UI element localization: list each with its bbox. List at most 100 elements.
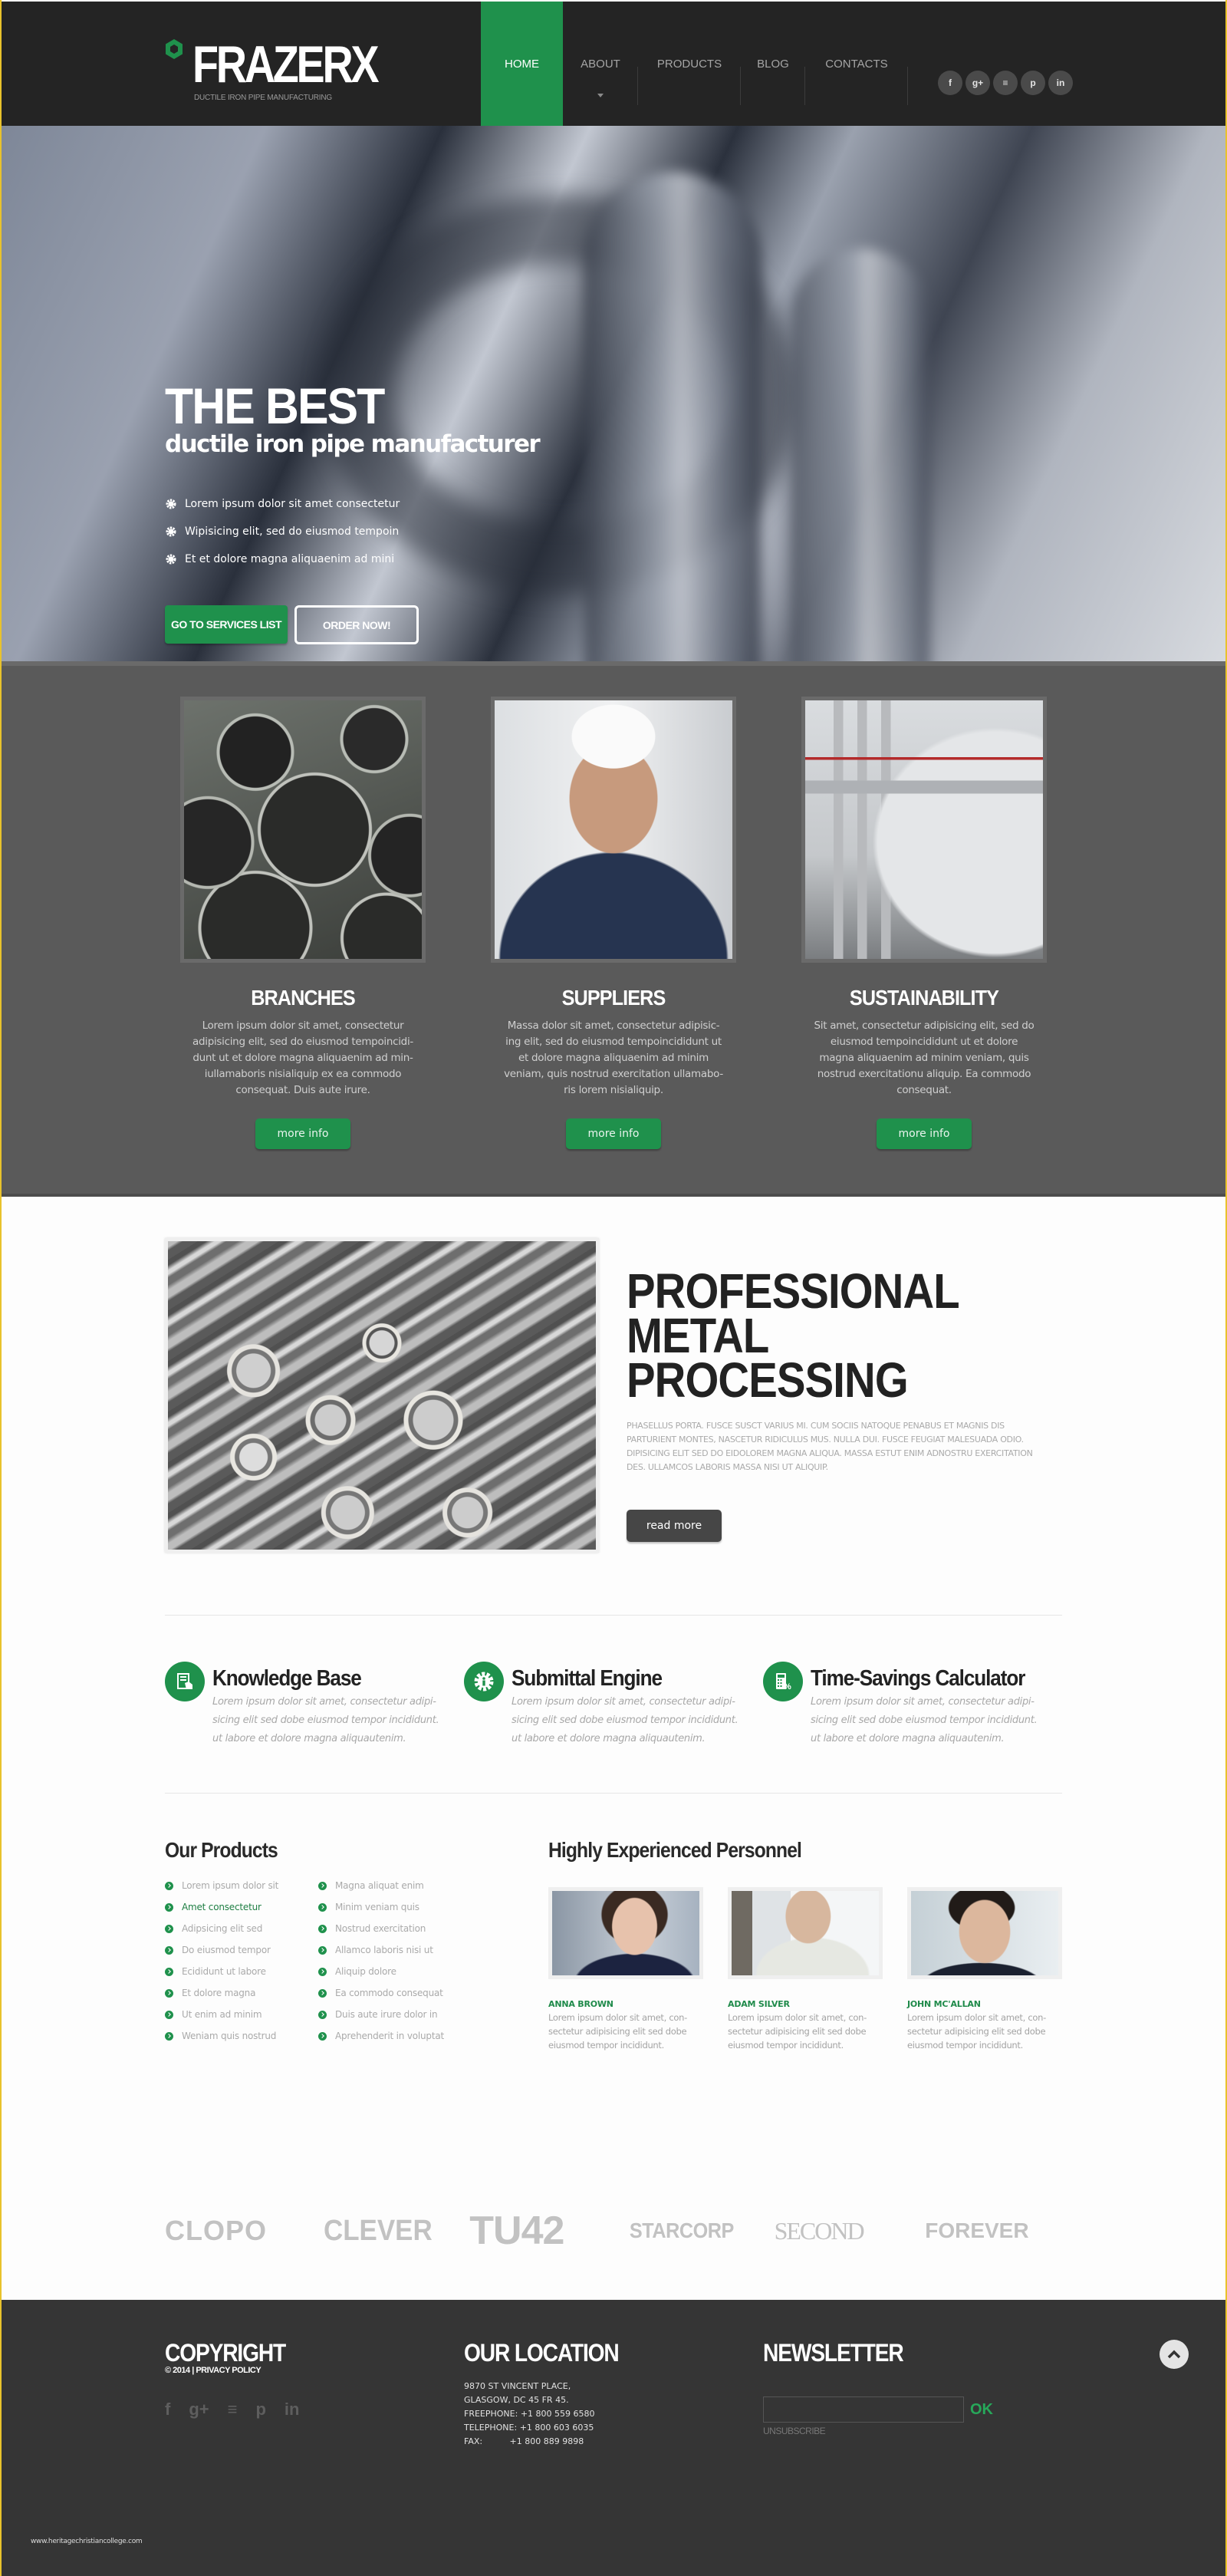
rss-icon[interactable]: ≡ bbox=[993, 71, 1018, 95]
linkedin-icon[interactable]: in bbox=[1048, 71, 1073, 95]
service-text: Lorem ipsum dolor sit amet, consectetur … bbox=[212, 1696, 439, 1744]
privacy-policy-link[interactable]: © 2014 | PRIVACY POLICY bbox=[165, 2366, 464, 2375]
chevron-circle-icon bbox=[165, 1924, 173, 1933]
nav-home[interactable]: HOME bbox=[481, 2, 563, 126]
product-list-item[interactable]: Minim veniam quis bbox=[318, 1896, 472, 1918]
brand-logo-forever[interactable]: FOREVER bbox=[925, 2219, 1062, 2243]
person-name[interactable]: ADAM SILVER bbox=[728, 1999, 883, 2009]
nav-about[interactable]: ABOUT bbox=[563, 2, 638, 126]
pinterest-icon[interactable]: p bbox=[255, 2400, 265, 2420]
chevron-circle-icon bbox=[318, 1881, 327, 1890]
brand-logo-starcorp[interactable]: STARCORP bbox=[630, 2219, 767, 2243]
brand-logo-clopo[interactable]: CLOPO bbox=[165, 2215, 317, 2247]
chevron-down-icon bbox=[597, 94, 604, 97]
google-plus-icon[interactable]: g+ bbox=[965, 71, 990, 95]
unsubscribe-link[interactable]: UNSUBSCRIBE bbox=[763, 2426, 1062, 2436]
service-title: Submittal Engine bbox=[512, 1666, 663, 1691]
pinterest-icon[interactable]: p bbox=[1021, 71, 1045, 95]
feature-image-plant bbox=[801, 697, 1047, 963]
brand-logo-tu42[interactable]: TU42 bbox=[469, 2208, 622, 2254]
product-list-item[interactable]: Adipsicing elit sed bbox=[165, 1918, 318, 1939]
linkedin-icon[interactable]: in bbox=[285, 2400, 300, 2420]
person-name[interactable]: JOHN MC'ALLAN bbox=[907, 1999, 1062, 2009]
order-now-button[interactable]: ORDER NOW! bbox=[294, 605, 419, 644]
footer-newsletter: NEWSLETTER OK UNSUBSCRIBE bbox=[763, 2340, 1062, 2449]
feature-image-pipes bbox=[180, 697, 426, 963]
page: FRAZERX DUCTILE IRON PIPE MANUFACTURING … bbox=[2, 0, 1225, 2576]
read-more-button[interactable]: read more bbox=[627, 1510, 722, 1542]
person-photo[interactable] bbox=[907, 1887, 1062, 1979]
chevron-up-icon bbox=[1167, 2350, 1181, 2359]
product-list-label: Ecididunt ut labore bbox=[182, 1966, 266, 1977]
chevron-circle-icon bbox=[318, 1924, 327, 1933]
hero-bullet-text: Et et dolore magna aliquaenim ad mini bbox=[185, 553, 395, 565]
product-list-item[interactable]: Ea commodo consequat bbox=[318, 1982, 472, 2004]
nav-products[interactable]: PRODUCTS bbox=[638, 2, 741, 126]
product-list-item[interactable]: Amet consectetur bbox=[165, 1896, 318, 1918]
product-list-label: Aliquip dolore bbox=[335, 1966, 396, 1977]
person-photo[interactable] bbox=[728, 1887, 883, 1979]
phone-value: +1 800 559 6580 bbox=[520, 2409, 595, 2419]
svg-text:%: % bbox=[784, 1682, 791, 1692]
product-list-item[interactable]: Aprehenderit in voluptat bbox=[318, 2025, 472, 2047]
nav-blog[interactable]: BLOG bbox=[741, 2, 805, 126]
product-list-label: Do eiusmod tempor bbox=[182, 1945, 271, 1955]
product-list-item[interactable]: Et dolore magna bbox=[165, 1982, 318, 2004]
newsletter-email-input[interactable] bbox=[763, 2396, 964, 2423]
main-nav: HOME ABOUT PRODUCTS BLOG CONTACTS bbox=[481, 2, 908, 126]
more-info-button[interactable]: more info bbox=[566, 1118, 661, 1149]
more-info-button[interactable]: more info bbox=[877, 1118, 972, 1149]
gear-icon bbox=[166, 526, 176, 537]
google-plus-icon[interactable]: g+ bbox=[189, 2400, 209, 2420]
product-list-item[interactable]: Ecididunt ut labore bbox=[165, 1961, 318, 1982]
products-list-col1: Lorem ipsum dolor sit Amet consectetur Adi… bbox=[165, 1875, 318, 2047]
nav-contacts[interactable]: CONTACTS bbox=[805, 2, 908, 126]
chevron-circle-icon bbox=[165, 2010, 173, 2019]
product-list-item[interactable]: Allamco laboris nisi ut bbox=[318, 1939, 472, 1961]
newsletter-submit-button[interactable]: OK bbox=[970, 2401, 993, 2419]
person-card: ADAM SILVER Lorem ipsum dolor sit amet, … bbox=[728, 1887, 883, 2052]
site-footer: COPYRIGHT © 2014 | PRIVACY POLICY f g+ ≡… bbox=[2, 2300, 1225, 2576]
hero-buttons: GO TO SERVICES LIST ORDER NOW! bbox=[165, 605, 539, 644]
about-text: PROFESSIONAL METAL PROCESSING PHASELLUS … bbox=[627, 1238, 1056, 1553]
facebook-icon[interactable]: f bbox=[165, 2400, 170, 2420]
back-to-top-button[interactable] bbox=[1160, 2340, 1189, 2369]
product-list-label: Aprehenderit in voluptat bbox=[335, 2031, 444, 2041]
product-list-item[interactable]: Lorem ipsum dolor sit bbox=[165, 1875, 318, 1896]
products-lists: Lorem ipsum dolor sit Amet consectetur Adi… bbox=[165, 1875, 548, 2047]
hero-bullet-text: Wipisicing elit, sed do eiusmod tempoin bbox=[185, 525, 400, 538]
phone-label: FREEPHONE: bbox=[464, 2409, 518, 2419]
facebook-icon[interactable]: f bbox=[938, 71, 962, 95]
about-title-line: METAL bbox=[627, 1308, 769, 1363]
more-info-button[interactable]: more info bbox=[255, 1118, 350, 1149]
product-list-item[interactable]: Duis aute irure dolor in bbox=[318, 2004, 472, 2025]
brand-logo-clever[interactable]: CLEVER bbox=[324, 2215, 464, 2248]
go-to-services-button[interactable]: GO TO SERVICES LIST bbox=[165, 605, 288, 644]
product-list-item[interactable]: Magna aliquat enim bbox=[318, 1875, 472, 1896]
phone-label: TELEPHONE: bbox=[464, 2423, 518, 2433]
service-knowledge-base: Knowledge Base Lorem ipsum dolor sit ame… bbox=[165, 1662, 464, 1748]
service-text: Lorem ipsum dolor sit amet, consectetur … bbox=[512, 1696, 739, 1744]
product-list-item[interactable]: Do eiusmod tempor bbox=[165, 1939, 318, 1961]
rss-icon[interactable]: ≡ bbox=[228, 2400, 238, 2420]
feature-image-worker bbox=[491, 697, 736, 963]
feature-card-sustainability: SUSTAINABILITY Sit amet, consectetur adi… bbox=[786, 666, 1062, 1149]
person-name[interactable]: ANNA BROWN bbox=[548, 1999, 703, 2009]
person-photo[interactable] bbox=[548, 1887, 703, 1979]
phone-line: FREEPHONE: +1 800 559 6580 bbox=[464, 2407, 763, 2421]
product-list-item[interactable]: Weniam quis nostrud bbox=[165, 2025, 318, 2047]
fax-label: FAX: bbox=[464, 2436, 483, 2446]
products-list-col2: Magna aliquat enim Minim veniam quis Nostr… bbox=[318, 1875, 472, 2047]
newsletter-title: NEWSLETTER bbox=[763, 2339, 904, 2367]
hero-bullet: Et et dolore magna aliquaenim ad mini bbox=[165, 545, 539, 573]
nav-contacts-label: CONTACTS bbox=[825, 57, 888, 71]
copyright-title: COPYRIGHT bbox=[165, 2339, 286, 2367]
hero-title: THE BEST bbox=[165, 377, 385, 434]
product-list-item[interactable]: Ut enim ad minim bbox=[165, 2004, 318, 2025]
product-list-item[interactable]: Nostrud exercitation bbox=[318, 1918, 472, 1939]
person-bio: Lorem ipsum dolor sit amet, con-sectetur… bbox=[548, 2012, 687, 2051]
brand-logo-second[interactable]: SECOND bbox=[775, 2217, 926, 2245]
product-list-item[interactable]: Aliquip dolore bbox=[318, 1961, 472, 1982]
product-list-label: Minim veniam quis bbox=[335, 1902, 419, 1912]
products-title: Our Products bbox=[165, 1838, 278, 1862]
